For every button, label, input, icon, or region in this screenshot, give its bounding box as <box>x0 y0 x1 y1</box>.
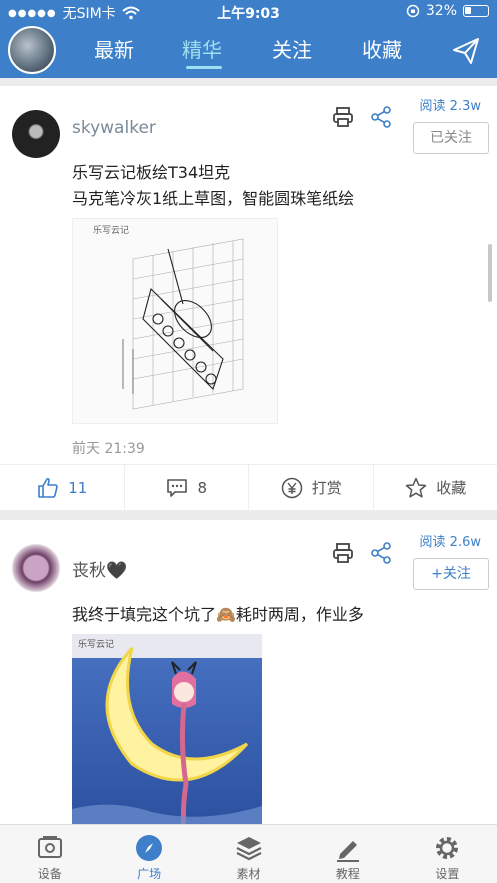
moon-girl-image: 乐写云记 <box>72 634 262 824</box>
image-logo: 乐写云记 <box>78 638 114 650</box>
bottom-tab-bar: 设备 广场 素材 教程 设置 <box>0 824 497 883</box>
post-image[interactable]: 乐写云记 <box>72 634 262 824</box>
tab-following[interactable]: 关注 <box>272 34 312 63</box>
favorite-label: 收藏 <box>436 479 467 497</box>
post-card: 丧秋🖤 阅读 2.6w +关注 我终于填完这个坑了🙈耗时两周，作业多 乐写云记 <box>0 520 497 824</box>
active-tab-indicator <box>186 66 222 69</box>
tip-label: 打赏 <box>311 479 342 497</box>
follow-button[interactable]: +关注 <box>413 558 489 590</box>
status-bar: ●●●●● 无SIM卡 上午9:03 32% <box>0 0 497 24</box>
post-text-line1: 乐写云记板绘T34坦克 <box>72 163 231 182</box>
thumbs-up-icon <box>38 477 59 498</box>
user-avatar[interactable] <box>8 26 56 74</box>
main-nav: 最新 精华 关注 收藏 <box>0 24 497 78</box>
layers-icon <box>236 837 262 861</box>
star-icon <box>405 477 427 498</box>
tab-tutorials-label: 教程 <box>335 867 360 881</box>
image-logo: 乐写云记 <box>93 224 129 236</box>
author-avatar[interactable] <box>12 110 60 158</box>
post-card: skywalker 阅读 2.3w 已关注 乐写云记板绘T34坦克 马克笔冷灰1… <box>0 86 497 510</box>
tank-sketch-image: 乐写云记 <box>73 219 277 423</box>
tip-button[interactable]: 打赏 <box>249 465 374 510</box>
post-timestamp: 前天 21:39 <box>72 441 145 457</box>
like-button[interactable]: 11 <box>0 465 125 510</box>
battery-percent: 32% <box>425 3 457 19</box>
comment-icon <box>167 478 188 497</box>
tab-square[interactable]: 广场 <box>99 825 198 883</box>
tab-settings-label: 设置 <box>435 867 460 881</box>
compass-icon <box>136 835 163 861</box>
yuan-coin-icon <box>281 477 302 498</box>
tab-materials-label: 素材 <box>236 867 261 881</box>
tab-square-label: 广场 <box>137 867 162 881</box>
post-text-line2: 马克笔冷灰1纸上草图，智能圆珠笔纸绘 <box>72 189 355 208</box>
print-icon[interactable] <box>332 542 354 564</box>
favorite-button[interactable]: 收藏 <box>374 465 497 510</box>
tab-favorites[interactable]: 收藏 <box>362 34 402 63</box>
following-button[interactable]: 已关注 <box>413 122 489 154</box>
comment-count: 8 <box>197 478 208 497</box>
pen-icon <box>336 841 359 862</box>
tab-settings[interactable]: 设置 <box>398 825 497 883</box>
device-icon <box>37 836 62 858</box>
print-icon[interactable] <box>332 106 354 128</box>
read-count: 阅读 2.6w <box>419 535 481 550</box>
tab-tutorials[interactable]: 教程 <box>298 825 397 883</box>
post-actions: 11 8 打赏 收藏 <box>0 464 497 510</box>
author-name[interactable]: skywalker <box>72 118 156 138</box>
read-count: 阅读 2.3w <box>419 99 481 114</box>
like-count: 11 <box>68 478 88 497</box>
top-bar: ●●●●● 无SIM卡 上午9:03 32% 最新 精华 关注 收藏 <box>0 0 497 78</box>
send-icon[interactable] <box>451 36 481 66</box>
author-name[interactable]: 丧秋🖤 <box>72 556 127 581</box>
share-icon[interactable] <box>370 542 392 564</box>
battery-icon <box>463 5 489 17</box>
tab-latest[interactable]: 最新 <box>94 34 134 63</box>
tab-device[interactable]: 设备 <box>0 825 99 883</box>
scroll-indicator[interactable] <box>488 244 492 302</box>
gear-icon <box>436 837 459 859</box>
tab-featured[interactable]: 精华 <box>182 34 222 63</box>
orientation-lock-icon <box>406 4 420 18</box>
post-text-line1: 我终于填完这个坑了🙈耗时两周，作业多 <box>72 605 364 624</box>
post-image[interactable]: 乐写云记 <box>72 218 278 424</box>
author-avatar[interactable] <box>12 544 60 592</box>
tab-device-label: 设备 <box>37 867 62 881</box>
tab-materials[interactable]: 素材 <box>199 825 298 883</box>
share-icon[interactable] <box>370 106 392 128</box>
comment-button[interactable]: 8 <box>125 465 249 510</box>
